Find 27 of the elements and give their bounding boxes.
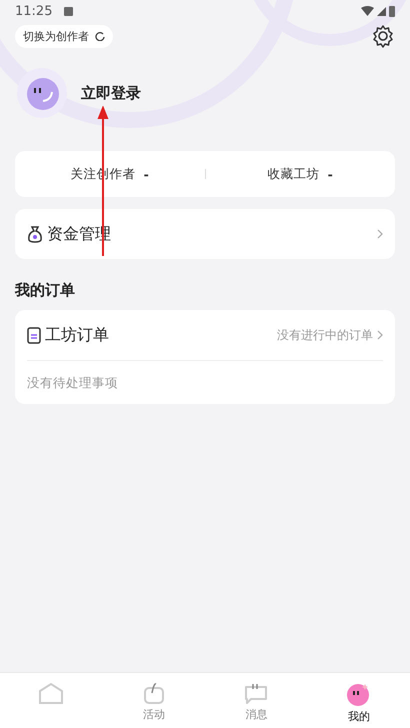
house-icon	[38, 681, 64, 705]
chevron-icon	[377, 229, 383, 239]
document-icon	[27, 326, 41, 344]
bag-icon	[142, 681, 166, 705]
avatar-icon[interactable]	[17, 68, 67, 118]
settings-icon[interactable]	[371, 24, 395, 48]
workshop-orders-label[interactable]: 工坊订单	[45, 324, 273, 346]
refresh-icon	[95, 31, 105, 41]
notification-icon	[64, 6, 74, 16]
login-link[interactable]: 立即登录	[81, 84, 141, 102]
stat-label[interactable]: 收藏工坊	[268, 166, 320, 182]
switch-creator-button[interactable]: 切换为创作者	[15, 24, 113, 48]
order-status: 没有进行中的订单	[277, 326, 373, 344]
wifi-icon	[361, 6, 374, 16]
section-title: 我的订单	[15, 281, 76, 300]
status-time: 11:25	[15, 4, 52, 18]
chevron-icon	[377, 330, 383, 340]
nav-tab[interactable]: 活动	[102, 673, 205, 728]
nav-tab[interactable]: 消息	[205, 673, 308, 728]
signal-icon	[377, 6, 386, 16]
battery-icon	[389, 6, 395, 16]
pending-text: 没有待处理事项	[27, 374, 119, 392]
money-bag-icon	[27, 225, 43, 243]
stat-value: -	[328, 166, 333, 182]
nav-tab[interactable]: 我的	[308, 673, 410, 728]
chat-bubble-icon	[243, 681, 270, 705]
stat-value: -	[144, 166, 149, 182]
